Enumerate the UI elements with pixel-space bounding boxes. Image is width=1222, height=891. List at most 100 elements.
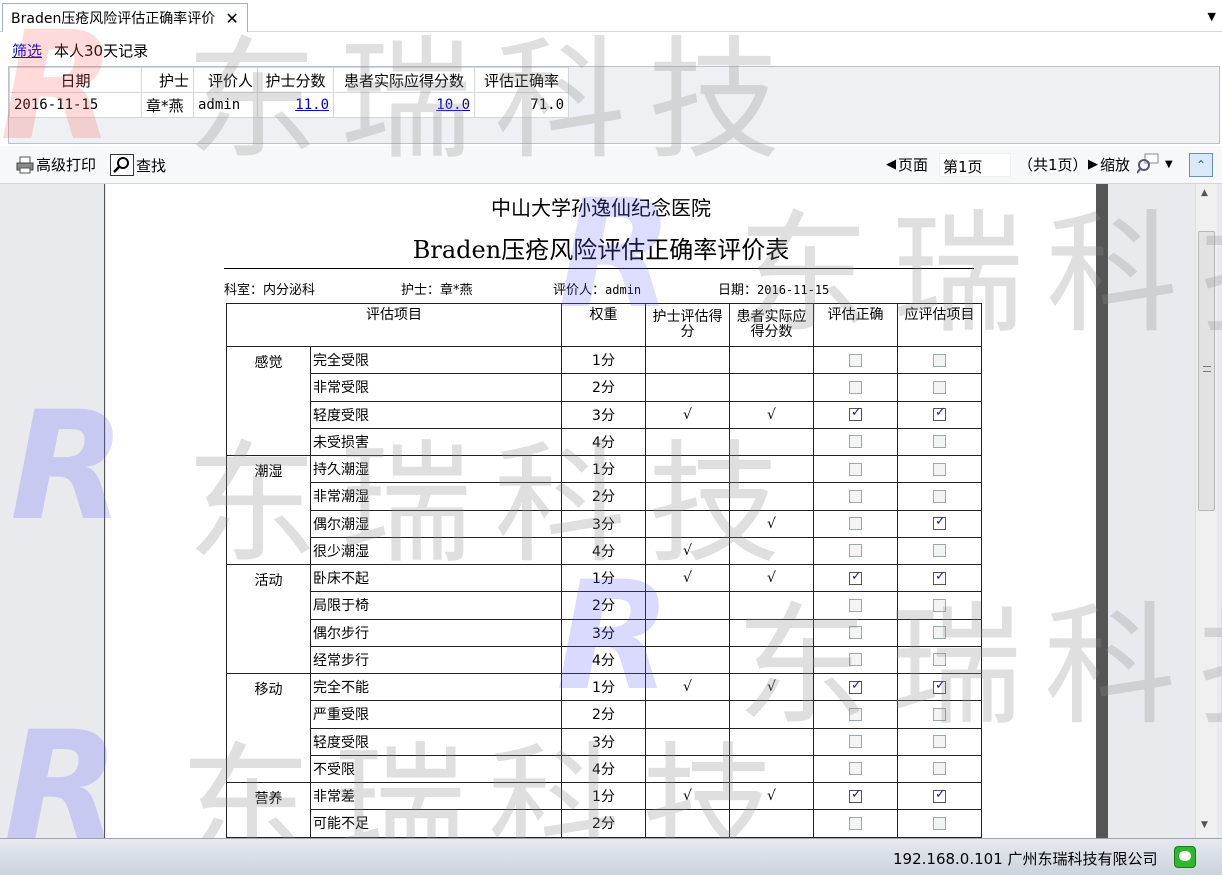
- checkbox[interactable]: [933, 353, 946, 367]
- checkbox[interactable]: [849, 598, 862, 612]
- checkbox[interactable]: [933, 678, 946, 694]
- tab-menu-icon[interactable]: ▼: [1208, 10, 1216, 23]
- page-number-field[interactable]: 第1页: [939, 153, 1011, 177]
- print-button[interactable]: 高级打印: [16, 154, 96, 175]
- prev-page-button[interactable]: ◀ 页面: [886, 154, 928, 175]
- weight-cell: 3分: [561, 400, 646, 429]
- eval-row: 未受损害 4分: [227, 427, 982, 457]
- page-label: 页面: [898, 156, 929, 174]
- checkbox[interactable]: [933, 462, 946, 476]
- eval-row: 感觉 完全受限 1分: [226, 345, 982, 456]
- patient-score-cell: [729, 754, 814, 784]
- patient-score-cell: [729, 591, 814, 620]
- checkbox[interactable]: [933, 380, 946, 394]
- weight-cell: 4分: [561, 754, 646, 784]
- nurse-score-cell: [645, 645, 730, 675]
- checkbox[interactable]: [933, 435, 946, 449]
- find-button[interactable]: 查找: [110, 154, 166, 176]
- nurse-score-cell: √: [645, 672, 730, 702]
- checkbox[interactable]: [849, 735, 862, 749]
- nurse-score-cell: [645, 700, 730, 729]
- checkbox[interactable]: [849, 626, 862, 640]
- checkbox[interactable]: [849, 678, 862, 694]
- checkbox[interactable]: [849, 707, 862, 721]
- checkbox[interactable]: [933, 707, 946, 721]
- nurse-score-link[interactable]: 11.0: [295, 97, 329, 113]
- cell-evaluator: admin: [193, 92, 258, 118]
- date-label: 日期：: [718, 283, 758, 298]
- checkbox[interactable]: [849, 405, 862, 422]
- correct-cell: [813, 482, 898, 511]
- col-evaluator[interactable]: 评价人: [193, 67, 258, 93]
- correct-cell: [813, 754, 898, 784]
- patient-score-cell: √: [729, 563, 814, 593]
- should-assess-cell: [897, 536, 982, 566]
- filter-link[interactable]: 筛选: [12, 40, 42, 61]
- checkbox[interactable]: [933, 569, 946, 585]
- checkbox[interactable]: [849, 517, 862, 531]
- weight-cell: 1分: [561, 781, 646, 811]
- chat-icon[interactable]: [1174, 846, 1196, 868]
- zoom-dropdown[interactable]: ▼: [1137, 153, 1173, 175]
- checkbox[interactable]: [849, 653, 862, 667]
- checkbox[interactable]: [849, 380, 862, 394]
- checkbox[interactable]: [849, 816, 862, 830]
- checkbox[interactable]: [849, 787, 862, 803]
- weight-cell: 2分: [561, 700, 646, 729]
- checkbox[interactable]: [849, 489, 862, 503]
- checkbox[interactable]: [849, 353, 862, 367]
- col-actual-score[interactable]: 患者实际应得分数: [333, 67, 475, 93]
- checkbox[interactable]: [849, 569, 862, 585]
- report-toolbar: 高级打印 查找 ◀ 页面 第1页 （共1页） ▶ 缩放 ▼ ⌃: [0, 146, 1222, 184]
- checkbox[interactable]: [933, 787, 946, 803]
- vertical-scrollbar[interactable]: ▲ ▼: [1195, 184, 1217, 838]
- status-bar: 192.168.0.101 广州东瑞科技有限公司: [0, 838, 1222, 875]
- table-row[interactable]: 2016-11-15 章*燕 admin 11.0 10.0 71.0: [9, 92, 569, 118]
- checkbox[interactable]: [933, 598, 946, 612]
- close-icon[interactable]: ✕: [225, 9, 238, 28]
- collapse-icon[interactable]: ⌃: [1189, 153, 1213, 177]
- checkbox[interactable]: [933, 626, 946, 640]
- zoom-label: 缩放: [1100, 156, 1131, 174]
- correct-cell: [813, 373, 898, 402]
- nurse-score-cell: [645, 754, 730, 784]
- nurse-score-cell: √: [645, 563, 730, 593]
- checkbox[interactable]: [933, 405, 946, 422]
- category-cell: 营养: [226, 782, 311, 838]
- checkbox[interactable]: [933, 653, 946, 667]
- cell-date: 2016-11-15: [9, 92, 142, 118]
- col-nurse-score[interactable]: 护士分数: [257, 67, 334, 93]
- th-patient-score: 患者实际应得分数: [729, 303, 814, 347]
- checkbox[interactable]: [849, 435, 862, 449]
- evaluator-value: admin: [605, 283, 642, 297]
- checkbox[interactable]: [933, 489, 946, 503]
- checkbox[interactable]: [933, 735, 946, 749]
- next-page-button[interactable]: ▶ 缩放: [1088, 154, 1130, 175]
- item-cell: 偶尔潮湿: [310, 509, 562, 538]
- patient-score-cell: √: [729, 672, 814, 702]
- correct-cell: [813, 700, 898, 729]
- col-accuracy[interactable]: 评估正确率: [474, 67, 569, 93]
- checkbox[interactable]: [933, 816, 946, 830]
- weight-cell: 2分: [561, 591, 646, 620]
- eval-row: 移动 完全不能 1分 √ √: [226, 672, 982, 783]
- chevron-down-icon: ▼: [1165, 158, 1173, 170]
- checkbox[interactable]: [849, 462, 862, 476]
- evaluator-field: 评价人：admin: [553, 279, 641, 298]
- tab-braden-evaluation[interactable]: Braden压疮风险评估正确率评价 ✕: [2, 3, 248, 32]
- checkbox[interactable]: [849, 544, 862, 558]
- nurse-score-cell: [645, 427, 730, 457]
- scroll-down-icon[interactable]: ▼: [1201, 820, 1208, 830]
- col-nurse[interactable]: 护士: [141, 67, 194, 93]
- scroll-thumb[interactable]: [1198, 231, 1215, 511]
- actual-score-link[interactable]: 10.0: [436, 97, 470, 113]
- date-field: 日期：2016-11-15: [718, 279, 829, 298]
- checkbox[interactable]: [933, 762, 946, 776]
- checkbox[interactable]: [849, 762, 862, 776]
- col-date[interactable]: 日期: [9, 67, 142, 93]
- patient-score-cell: √: [729, 781, 814, 811]
- patient-score-cell: [729, 345, 814, 375]
- checkbox[interactable]: [933, 544, 946, 558]
- checkbox[interactable]: [933, 514, 946, 531]
- scroll-up-icon[interactable]: ▲: [1201, 188, 1208, 198]
